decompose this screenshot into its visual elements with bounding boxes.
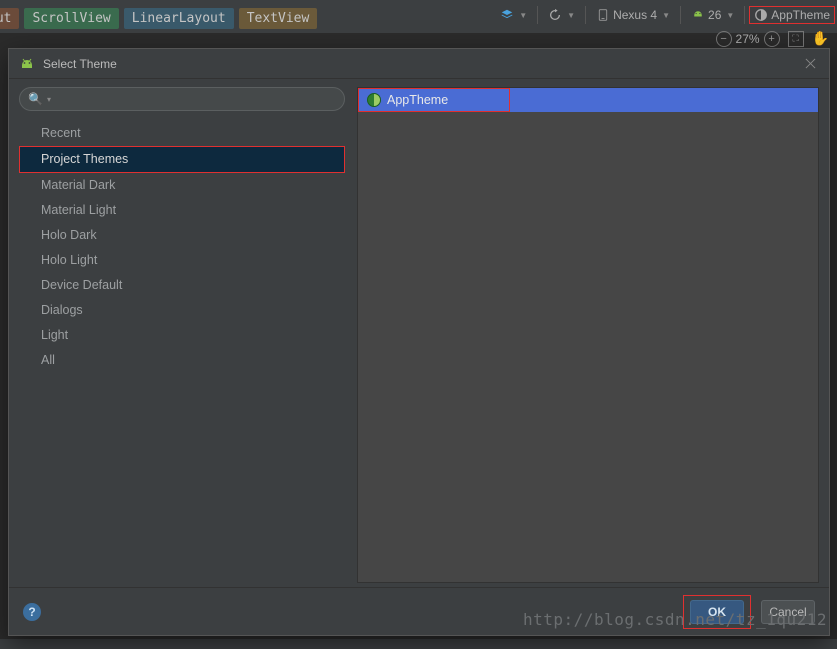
theme-dropdown[interactable]: AppTheme [749,6,835,24]
category-item[interactable]: Light [19,323,345,348]
breadcrumb-chip[interactable]: LinearLayout [124,8,234,29]
api-label: 26 [708,8,721,22]
caret-icon: ▼ [662,11,670,20]
category-item[interactable]: Dialogs [19,298,345,323]
theme-swatch-icon [367,93,381,107]
breadcrumb-chip[interactable]: ScrollView [24,8,118,29]
phone-icon [596,8,610,22]
category-item[interactable]: Material Light [19,198,345,223]
category-item[interactable]: Recent [19,121,345,146]
zoom-in-button[interactable]: + [764,31,780,47]
breadcrumb-chip[interactable]: out [0,8,19,29]
cancel-button[interactable]: Cancel [761,600,815,624]
theme-list-item[interactable]: AppTheme [358,88,510,112]
category-item[interactable]: Holo Light [19,248,345,273]
caret-icon: ▼ [519,11,527,20]
dialog-footer: ? OK Cancel [9,587,829,635]
ok-button[interactable]: OK [690,600,744,624]
fit-screen-icon[interactable]: ⛶ [788,31,804,47]
canvas-controls: − 27% + ⛶ ✋ [716,30,829,47]
search-input[interactable] [51,92,336,106]
theme-label: AppTheme [771,8,830,22]
ok-button-highlight: OK [683,595,751,629]
device-label: Nexus 4 [613,8,657,22]
category-list: RecentProject ThemesMaterial DarkMateria… [19,117,345,583]
zoom-level: 27% [736,32,760,46]
dialog-title: Select Theme [43,57,117,71]
category-item[interactable]: Holo Dark [19,223,345,248]
layers-dropdown[interactable]: ▼ [494,6,533,24]
design-toolbar: ▼ ▼ Nexus 4 ▼ 26 ▼ AppTheme [494,2,835,28]
caret-icon: ▼ [567,11,575,20]
android-icon [19,56,35,72]
orientation-dropdown[interactable]: ▼ [542,6,581,24]
layers-icon [500,8,514,22]
select-theme-dialog: Select Theme 🔍 ▾ RecentProject ThemesMat… [8,48,830,636]
category-item[interactable]: Material Dark [19,173,345,198]
api-dropdown[interactable]: 26 ▼ [685,6,740,24]
caret-icon: ▼ [726,11,734,20]
left-panel: 🔍 ▾ RecentProject ThemesMaterial DarkMat… [19,87,345,583]
category-item[interactable]: All [19,348,345,373]
theme-list-panel: AppTheme [357,87,819,583]
close-button[interactable] [801,55,819,73]
dialog-titlebar: Select Theme [9,49,829,79]
pan-icon[interactable]: ✋ [812,30,829,47]
search-icon: 🔍 [28,92,43,106]
theme-icon [754,8,768,22]
category-item[interactable]: Device Default [19,273,345,298]
editor-footer-bg [0,639,837,649]
theme-name-label: AppTheme [387,93,448,107]
help-button[interactable]: ? [23,603,41,621]
breadcrumb-chip[interactable]: TextView [239,8,318,29]
rotate-icon [548,8,562,22]
search-field-wrap[interactable]: 🔍 ▾ [19,87,345,111]
zoom-out-button[interactable]: − [716,31,732,47]
android-icon [691,8,705,22]
category-item[interactable]: Project Themes [19,146,345,173]
device-dropdown[interactable]: Nexus 4 ▼ [590,6,676,24]
